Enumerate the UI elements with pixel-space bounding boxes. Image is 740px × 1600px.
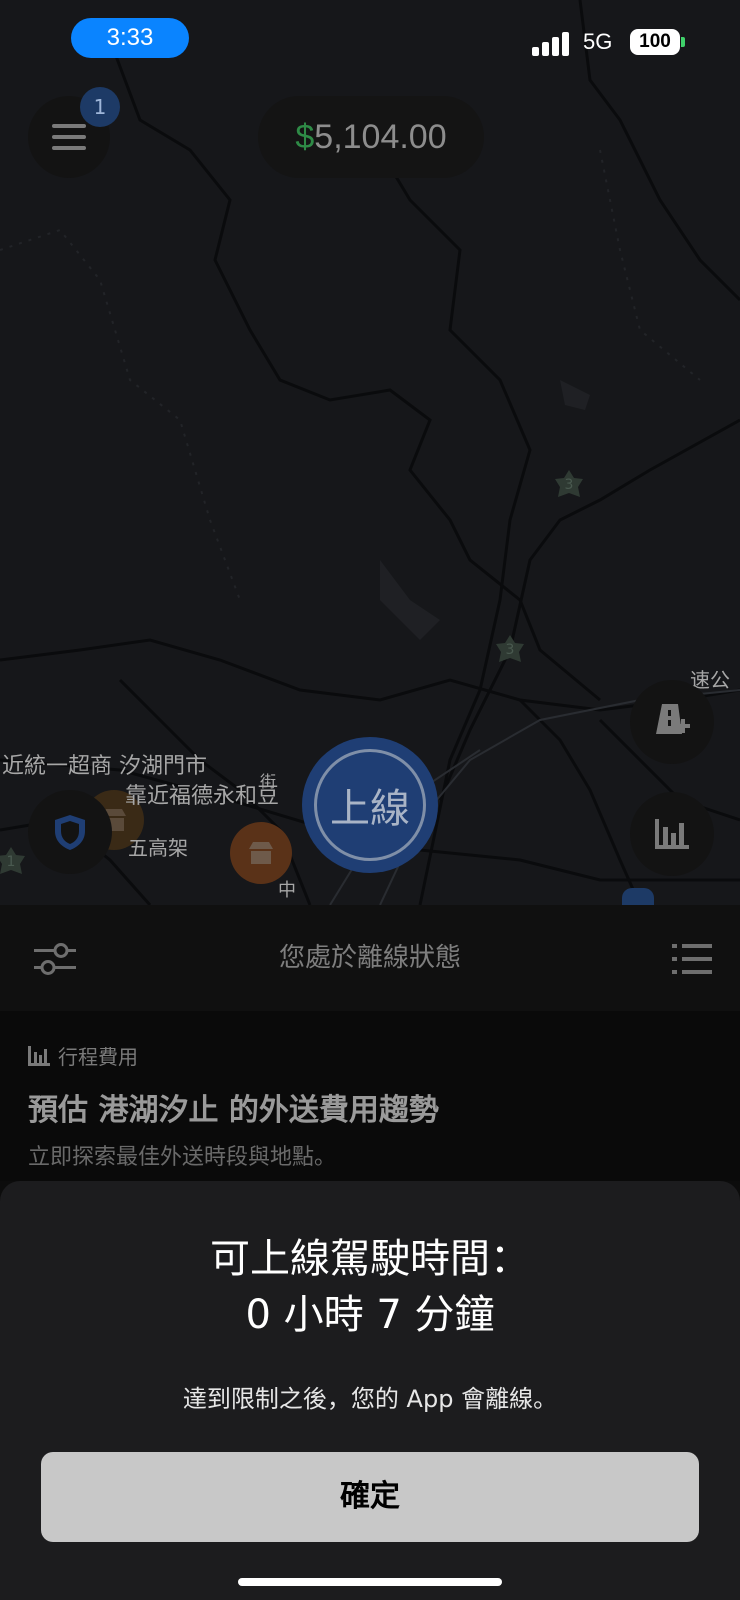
map-label: 街 <box>260 772 277 791</box>
map-label: 中 <box>278 880 296 901</box>
trip-tag-label: 行程費用 <box>58 1045 138 1069</box>
shield-icon <box>55 815 85 850</box>
sheet-message: 達到限制之後，您的 App 會離線。 <box>182 1385 558 1413</box>
highway-marker: 1 <box>0 845 28 879</box>
list-icon[interactable] <box>672 943 712 975</box>
status-time[interactable]: 3:33 <box>71 18 189 58</box>
sheet-title-line1: 可上線駕駛時間： <box>210 1236 530 1282</box>
go-online-button[interactable]: 上線 <box>302 737 438 873</box>
status-bar: 3:33 5G 100 <box>0 0 740 80</box>
earnings-amount: 5,104.00 <box>314 118 447 156</box>
bar-chart-icon <box>655 819 689 849</box>
trip-card-subtitle: 立即探索最佳外送時段與地點。 <box>28 1145 337 1170</box>
battery-icon: 100 <box>630 29 680 55</box>
highway-marker: 3 <box>552 468 586 502</box>
stats-button[interactable] <box>630 792 714 876</box>
map-label: 近統一超商 汐湖門市 <box>2 754 207 779</box>
home-indicator[interactable] <box>238 1578 502 1586</box>
store-marker[interactable] <box>230 822 292 884</box>
network-type: 5G <box>583 29 613 54</box>
map-plus-icon <box>656 704 690 734</box>
highway-marker: 3 <box>493 633 527 667</box>
map-label: 靠近福德永和豆 <box>125 784 280 809</box>
map-label: 五高架 <box>128 836 188 860</box>
currency-symbol: $ <box>295 118 315 156</box>
sheet-title-line2: 0 小時 7 分鐘 <box>245 1292 495 1338</box>
store-icon <box>249 842 273 864</box>
bar-chart-icon <box>28 1045 50 1066</box>
add-destination-button[interactable] <box>630 680 714 764</box>
go-online-label: 上線 <box>314 749 426 861</box>
trip-tag: 行程費用 <box>28 1041 138 1070</box>
offline-status-title: 您處於離線狀態 <box>278 943 461 973</box>
trip-card-title: 預估 港湖汐止 的外送費用趨勢 <box>28 1093 439 1128</box>
earnings-pill[interactable]: $5,104.00 <box>258 96 484 178</box>
battery-tip <box>681 37 685 47</box>
signal-icon <box>532 30 572 56</box>
notification-badge: 1 <box>80 87 120 127</box>
confirm-button[interactable]: 確定 <box>41 1452 699 1542</box>
hamburger-icon <box>52 124 86 150</box>
safety-button[interactable] <box>28 790 112 874</box>
driving-time-sheet: 可上線駕駛時間： 0 小時 7 分鐘 達到限制之後，您的 App 會離線。 確定 <box>0 1181 740 1600</box>
status-panel-header: 您處於離線狀態 <box>0 905 740 1011</box>
sheet-title: 可上線駕駛時間： 0 小時 7 分鐘 <box>0 1231 740 1343</box>
trip-fare-card[interactable]: 行程費用 預估 港湖汐止 的外送費用趨勢 立即探索最佳外送時段與地點。 <box>0 1011 740 1181</box>
